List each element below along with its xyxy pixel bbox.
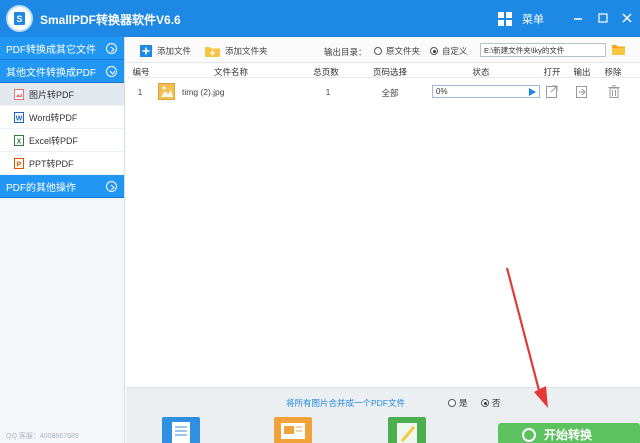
edit-tool-icon[interactable]	[388, 417, 426, 443]
progress-text: 0%	[436, 87, 448, 96]
sidebar-item-image-to-pdf[interactable]: 图片转PDF	[0, 83, 124, 106]
svg-text:X: X	[17, 138, 22, 145]
plus-icon	[140, 44, 152, 57]
col-index: 编号	[132, 67, 150, 77]
table-header: 编号 文件名称 总页数 页码选择 状态 打开 输出 移除	[126, 64, 640, 78]
open-file-icon[interactable]	[546, 85, 558, 98]
radio-original-folder[interactable]: 原文件夹	[374, 45, 420, 57]
add-folder-label: 添加文件夹	[225, 45, 268, 56]
chevron-right-icon	[106, 181, 117, 192]
sidebar-section-label: 其他文件转换成PDF	[6, 67, 96, 79]
col-page-select: 页码选择	[372, 67, 407, 77]
minimize-button[interactable]	[570, 10, 586, 26]
sidebar-footer: QQ 客服：4008867689	[6, 433, 79, 440]
col-pages: 总页数	[313, 67, 339, 77]
sidebar-item-ppt-to-pdf[interactable]: P PPT转PDF	[0, 152, 124, 175]
image-thumbnail-icon	[158, 83, 175, 100]
app-logo: S	[6, 5, 33, 32]
folder-plus-icon	[205, 45, 220, 57]
image-icon	[14, 88, 24, 100]
col-status: 状态	[472, 67, 490, 77]
col-filename: 文件名称	[213, 67, 248, 77]
sidebar-section-pdf-other-ops[interactable]: PDF的其他操作	[0, 175, 124, 198]
output-folder-icon[interactable]	[576, 85, 588, 98]
row-index: 1	[137, 87, 143, 97]
col-output: 输出	[573, 67, 591, 77]
svg-text:W: W	[16, 115, 23, 122]
sidebar-section-pdf-to-other[interactable]: PDF转换成其它文件	[0, 37, 124, 60]
output-dir-label: 输出目录：	[324, 47, 367, 57]
merge-no-label: 否	[492, 398, 501, 408]
output-path-input[interactable]	[480, 43, 606, 57]
row-filename: timg (2).jpg	[182, 87, 225, 97]
play-icon	[529, 88, 536, 98]
toolbar: 添加文件 添加文件夹 输出目录： 原文件夹 自定义	[126, 37, 640, 63]
sidebar-item-label: PPT转PDF	[29, 158, 74, 169]
browse-folder-button[interactable]	[612, 44, 625, 55]
radio-dot-selected	[430, 47, 438, 55]
start-convert-button[interactable]: 开始转换	[498, 423, 640, 443]
radio-dot	[374, 47, 382, 55]
sidebar-section-label: PDF转换成其它文件	[6, 44, 96, 56]
ppt-icon: P	[14, 157, 24, 169]
maximize-button[interactable]	[595, 10, 611, 26]
sidebar-item-label: Excel转PDF	[29, 135, 79, 146]
sidebar-item-label: 图片转PDF	[29, 89, 75, 100]
trash-icon[interactable]	[608, 85, 620, 98]
title-bar: S SmallPDF转换器软件V6.6 菜单	[0, 0, 640, 37]
radio-custom-folder[interactable]: 自定义	[430, 45, 468, 57]
merge-yes-radio[interactable]: 是	[448, 397, 468, 409]
sidebar-item-word-to-pdf[interactable]: W Word转PDF	[0, 106, 124, 129]
col-remove: 移除	[604, 67, 622, 77]
menu-grid-icon	[498, 12, 512, 26]
menu-button[interactable]: 菜单	[498, 10, 544, 28]
sidebar: PDF转换成其它文件 其他文件转换成PDF 图片转PDF W Word转PDF …	[0, 37, 125, 443]
progress-bar: 0%	[432, 85, 540, 98]
row-pages: 1	[325, 87, 331, 97]
svg-text:S: S	[16, 14, 22, 24]
table-row[interactable]: 1 timg (2).jpg 1 全部 0%	[126, 80, 640, 104]
radio-custom-label: 自定义	[442, 46, 468, 56]
merge-option-bar: 将所有图片合并成一个PDF文件 是 否	[126, 387, 640, 413]
excel-icon: X	[14, 134, 24, 146]
menu-label: 菜单	[522, 14, 544, 26]
add-file-button[interactable]: 添加文件	[140, 43, 191, 58]
word-icon: W	[14, 111, 24, 123]
app-title: SmallPDF转换器软件V6.6	[40, 13, 181, 27]
radio-dot	[448, 399, 456, 407]
sidebar-item-excel-to-pdf[interactable]: X Excel转PDF	[0, 129, 124, 152]
col-open: 打开	[543, 67, 561, 77]
sidebar-section-other-to-pdf[interactable]: 其他文件转换成PDF	[0, 60, 124, 83]
play-circle-icon	[522, 428, 536, 442]
merge-no-radio[interactable]: 否	[481, 397, 501, 409]
presentation-tool-icon[interactable]	[274, 417, 312, 443]
document-tool-icon[interactable]	[162, 417, 200, 443]
svg-text:P: P	[17, 161, 22, 168]
chevron-right-icon	[106, 43, 117, 54]
chevron-down-icon	[106, 66, 117, 77]
row-page-select[interactable]: 全部	[376, 87, 404, 99]
sidebar-item-label: Word转PDF	[29, 112, 78, 123]
merge-label: 将所有图片合并成一个PDF文件	[286, 398, 406, 408]
close-button[interactable]	[619, 10, 635, 26]
add-file-label: 添加文件	[157, 45, 192, 56]
radio-original-label: 原文件夹	[386, 46, 421, 56]
sidebar-section-label: PDF的其他操作	[6, 182, 76, 194]
add-folder-button[interactable]: 添加文件夹	[205, 43, 268, 58]
radio-dot-selected	[481, 399, 489, 407]
merge-yes-label: 是	[459, 398, 468, 408]
start-convert-label: 开始转换	[544, 427, 593, 442]
